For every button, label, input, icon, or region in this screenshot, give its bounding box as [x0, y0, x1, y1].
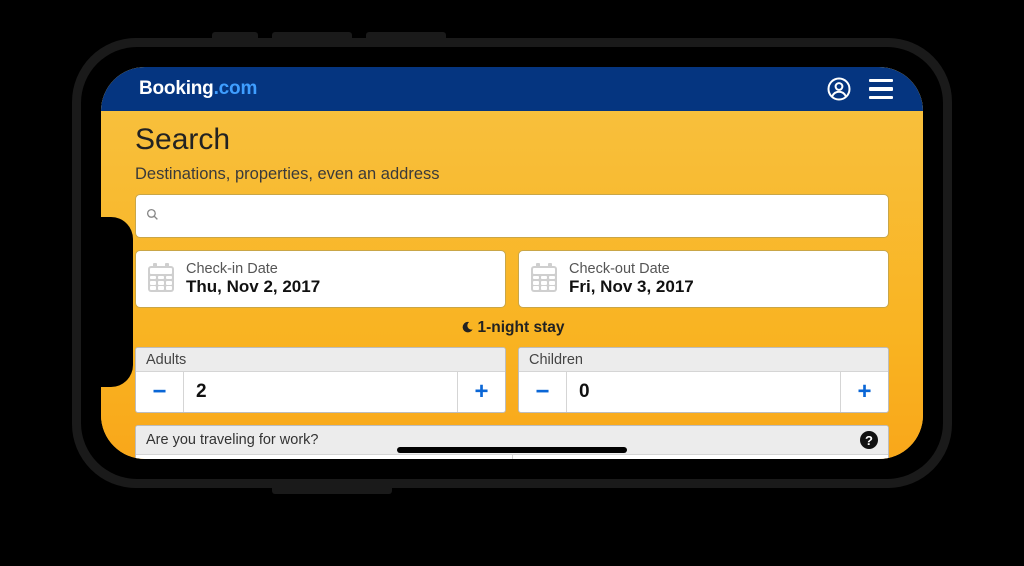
nights-label: 1-night stay — [478, 319, 565, 336]
checkout-label: Check-out Date — [569, 261, 694, 277]
adults-label: Adults — [136, 348, 505, 372]
work-travel-question: Are you traveling for work? ? Yes — [135, 425, 889, 459]
brand-part1: Booking — [139, 78, 214, 99]
brand-logo[interactable]: Booking.com — [139, 78, 257, 100]
work-option-no[interactable]: No — [513, 455, 889, 459]
menu-icon[interactable] — [867, 75, 895, 103]
checkin-label: Check-in Date — [186, 261, 320, 277]
device-notch — [101, 217, 133, 387]
adults-value: 2 — [184, 372, 457, 412]
app-screen: Booking.com — [101, 67, 923, 459]
checkout-date-field[interactable]: Check-out Date Fri, Nov 3, 2017 — [518, 250, 889, 308]
calendar-icon — [148, 266, 174, 292]
children-stepper: Children − 0 + — [518, 347, 889, 413]
nights-summary: 1-night stay — [135, 318, 889, 337]
children-increment[interactable]: + — [840, 372, 888, 412]
destination-input[interactable] — [167, 207, 878, 225]
children-decrement[interactable]: − — [519, 372, 567, 412]
adults-increment[interactable]: + — [457, 372, 505, 412]
brand-part2: .com — [214, 78, 258, 99]
home-indicator — [397, 447, 627, 453]
work-option-yes[interactable]: Yes — [136, 455, 512, 459]
help-icon[interactable]: ? — [860, 431, 878, 449]
children-label: Children — [519, 348, 888, 372]
app-header: Booking.com — [101, 67, 923, 111]
adults-decrement[interactable]: − — [136, 372, 184, 412]
moon-icon — [457, 318, 477, 341]
checkin-value: Thu, Nov 2, 2017 — [186, 277, 320, 297]
page-title: Search — [135, 123, 889, 157]
work-question-label: Are you traveling for work? — [146, 432, 318, 448]
calendar-icon — [531, 266, 557, 292]
checkout-value: Fri, Nov 3, 2017 — [569, 277, 694, 297]
checkin-date-field[interactable]: Check-in Date Thu, Nov 2, 2017 — [135, 250, 506, 308]
profile-icon[interactable] — [825, 75, 853, 103]
children-value: 0 — [567, 372, 840, 412]
search-icon — [146, 208, 159, 224]
adults-stepper: Adults − 2 + — [135, 347, 506, 413]
page-subtitle: Destinations, properties, even an addres… — [135, 165, 889, 184]
destination-search[interactable] — [135, 194, 889, 238]
